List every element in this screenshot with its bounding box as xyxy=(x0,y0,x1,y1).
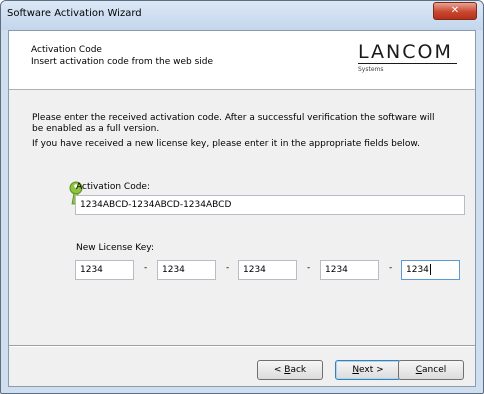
license-key-field-3[interactable]: 1234 xyxy=(238,260,297,280)
activation-code-input[interactable]: 1234ABCD-1234ABCD-1234ABCD xyxy=(75,195,465,215)
license-key-separator: - xyxy=(226,263,230,273)
close-button[interactable]: ✕ xyxy=(433,2,477,20)
lancom-logo: LANCOM Systems xyxy=(358,41,458,73)
back-button-label: ack xyxy=(290,365,307,375)
wizard-header: Activation Code Insert activation code f… xyxy=(9,31,475,90)
activation-code-label: Activation Code: xyxy=(76,182,150,192)
description-line-1: Please enter the received activation cod… xyxy=(32,113,435,123)
license-key-separator: - xyxy=(144,263,148,273)
license-key-field-1[interactable]: 1234 xyxy=(75,260,134,280)
window-title: Software Activation Wizard xyxy=(7,8,142,19)
license-key-field-5-value: 1234 xyxy=(406,265,429,275)
next-button[interactable]: Next > xyxy=(335,360,401,380)
cancel-button-label: ancel xyxy=(422,365,447,375)
logo-tagline: Systems xyxy=(358,66,384,73)
back-button[interactable]: < Back xyxy=(257,360,323,380)
license-key-label: New License Key: xyxy=(76,243,154,253)
description-line-2: be enabled as a full version. xyxy=(32,124,160,134)
wizard-client-area: Activation Code Insert activation code f… xyxy=(8,30,476,387)
license-key-separator: - xyxy=(389,263,393,273)
page-title: Activation Code xyxy=(31,45,102,55)
wizard-window: Software Activation Wizard ✕ Activation … xyxy=(0,0,484,394)
title-bar[interactable]: Software Activation Wizard ✕ xyxy=(1,1,483,30)
license-key-field-5[interactable]: 1234 xyxy=(401,260,460,280)
license-key-field-2[interactable]: 1234 xyxy=(157,260,216,280)
description-line-3: If you have received a new license key, … xyxy=(32,139,420,149)
footer-divider-highlight xyxy=(9,346,475,347)
next-button-label: ext > xyxy=(359,365,384,375)
cancel-button[interactable]: Cancel xyxy=(398,360,464,380)
page-subtitle: Insert activation code from the web side xyxy=(31,57,214,67)
text-caret xyxy=(429,264,431,275)
close-icon: ✕ xyxy=(450,5,460,16)
back-button-prefix: < xyxy=(273,365,285,375)
license-key-separator: - xyxy=(307,263,311,273)
logo-underline xyxy=(358,63,457,64)
license-key-field-4[interactable]: 1234 xyxy=(320,260,379,280)
logo-brand: LANCOM xyxy=(358,41,453,63)
